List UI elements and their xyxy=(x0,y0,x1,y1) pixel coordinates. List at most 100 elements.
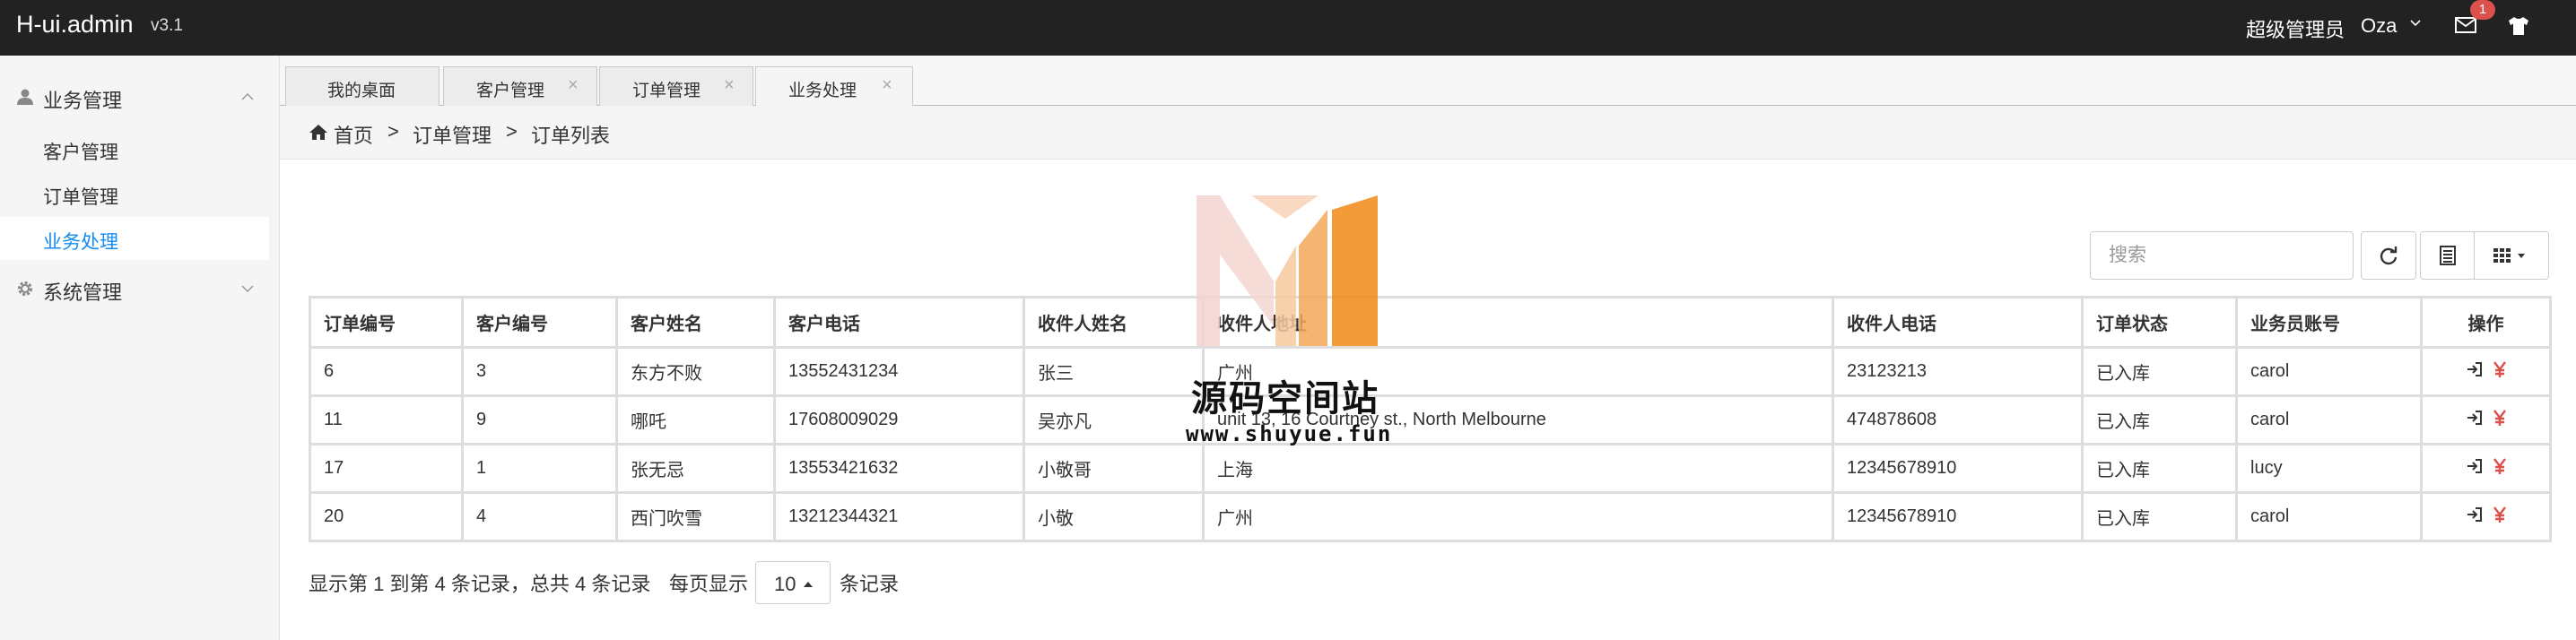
tab-label: 我的桌面 xyxy=(327,82,396,100)
sign-in-icon[interactable] xyxy=(2466,506,2484,523)
user-menu[interactable]: Oza xyxy=(2361,14,2397,38)
table-row: 17 1 张无忌 13553421632 小敬哥 上海 12345678910 已入库 lucy xyxy=(309,443,2552,494)
customer-phone-cell: 13212344321 xyxy=(773,491,1025,542)
tab-bar: 我的桌面 客户管理 × 订单管理 × 业务处理 × xyxy=(280,56,2576,107)
tab-label: 客户管理 xyxy=(476,82,545,100)
chevron-up-icon xyxy=(241,92,254,100)
close-icon[interactable]: × xyxy=(882,75,892,96)
column-header: 操作 xyxy=(2420,296,2552,349)
refresh-button[interactable] xyxy=(2361,231,2416,280)
recipient-address-cell: 上海 xyxy=(1202,443,1834,494)
yen-icon[interactable] xyxy=(2493,409,2507,427)
search-input[interactable] xyxy=(2090,231,2354,280)
row-actions xyxy=(2420,491,2552,542)
yen-icon[interactable] xyxy=(2493,506,2507,523)
row-actions xyxy=(2420,346,2552,397)
column-header[interactable]: 业务员账号 xyxy=(2235,296,2423,349)
tab-customers[interactable]: 客户管理 × xyxy=(443,66,597,106)
sidebar-item-label: 业务处理 xyxy=(43,232,118,253)
column-header[interactable]: 收件人电话 xyxy=(1832,296,2084,349)
row-actions xyxy=(2420,394,2552,445)
column-header[interactable]: 客户电话 xyxy=(773,296,1025,349)
column-header[interactable]: 客户编号 xyxy=(461,296,618,349)
close-icon[interactable]: × xyxy=(568,75,579,96)
tab-label: 订单管理 xyxy=(632,82,701,100)
sign-in-icon[interactable] xyxy=(2466,409,2484,427)
sidebar-item-label: 客户管理 xyxy=(43,143,118,163)
version-label: v3.1 xyxy=(151,16,183,35)
watermark-url: www.shuyue.fun xyxy=(1186,421,1393,446)
order-status-cell: 已入库 xyxy=(2081,346,2238,397)
column-header[interactable]: 收件人姓名 xyxy=(1023,296,1205,349)
per-page-select[interactable]: 10 xyxy=(755,561,831,604)
customer-phone-cell: 13553421632 xyxy=(773,443,1025,494)
order-status-cell: 已入库 xyxy=(2081,491,2238,542)
columns-button[interactable] xyxy=(2474,231,2549,280)
tab-label: 业务处理 xyxy=(788,82,857,100)
caret-up-icon xyxy=(804,582,813,587)
breadcrumb: 首页 > 订单管理 > 订单列表 xyxy=(280,106,2576,160)
breadcrumb-item: 订单列表 xyxy=(531,125,611,147)
recipient-name-cell: 小敬 xyxy=(1023,491,1205,542)
order-status-cell: 已入库 xyxy=(2081,443,2238,494)
column-header[interactable]: 订单编号 xyxy=(309,296,464,349)
mail-count-badge: 1 xyxy=(2470,0,2495,20)
recipient-phone-cell: 12345678910 xyxy=(1832,491,2084,542)
customer-id-cell: 9 xyxy=(461,394,618,445)
order-status-cell: 已入库 xyxy=(2081,394,2238,445)
chevron-down-icon xyxy=(241,285,254,293)
recipient-phone-cell: 12345678910 xyxy=(1832,443,2084,494)
yen-icon[interactable] xyxy=(2493,360,2507,378)
sidebar-group-business[interactable]: 业务管理 xyxy=(0,74,280,120)
watermark-logo xyxy=(1197,195,1378,346)
home-icon xyxy=(309,125,327,140)
table-row: 11 9 哪吒 17608009029 吴亦凡 unit 13, 16 Courtney … xyxy=(309,394,2552,445)
column-header[interactable]: 订单状态 xyxy=(2081,296,2238,349)
customer-id-cell: 3 xyxy=(461,346,618,397)
gear-icon xyxy=(18,281,32,296)
sidebar-group-system[interactable]: 系统管理 xyxy=(0,265,280,312)
brand-logo[interactable]: H-ui.admin xyxy=(16,11,134,39)
orders-table: 订单编号 客户编号 客户姓名 客户电话 收件人姓名 收件人地址 收件人电话 订单… xyxy=(309,296,2552,542)
sidebar-item-orders[interactable]: 订单管理 xyxy=(0,172,269,215)
recipient-phone-cell: 23123213 xyxy=(1832,346,2084,397)
sidebar-item-customers[interactable]: 客户管理 xyxy=(0,127,269,170)
per-page-unit: 条记录 xyxy=(840,573,900,595)
close-icon[interactable]: × xyxy=(724,75,735,96)
toggle-view-icon xyxy=(2440,246,2456,265)
sign-in-icon[interactable] xyxy=(2466,360,2484,378)
row-actions xyxy=(2420,443,2552,494)
customer-name-cell: 张无忌 xyxy=(615,443,776,494)
tab-business-processing[interactable]: 业务处理 × xyxy=(755,66,913,107)
order-id-cell: 20 xyxy=(309,491,464,542)
user-icon xyxy=(17,89,33,105)
chevron-down-icon[interactable] xyxy=(2409,17,2422,30)
breadcrumb-home[interactable]: 首页 xyxy=(334,120,373,149)
customer-phone-cell: 17608009029 xyxy=(773,394,1025,445)
top-header: H-ui.admin v3.1 超级管理员 Oza 1 xyxy=(0,0,2576,56)
recipient-name-cell: 张三 xyxy=(1023,346,1205,397)
sign-in-icon[interactable] xyxy=(2466,457,2484,475)
user-role: 超级管理员 xyxy=(2246,19,2345,41)
column-header[interactable]: 客户姓名 xyxy=(615,296,776,349)
recipient-phone-cell: 474878608 xyxy=(1832,394,2084,445)
tab-orders[interactable]: 订单管理 × xyxy=(599,66,753,106)
sidebar: 业务管理 客户管理 订单管理 业务处理 系统管理 xyxy=(0,56,280,640)
table-row: 20 4 西门吹雪 13212344321 小敬 广州 12345678910 已入库 caro… xyxy=(309,491,2552,542)
breadcrumb-item[interactable]: 订单管理 xyxy=(413,120,492,149)
customer-id-cell: 4 xyxy=(461,491,618,542)
breadcrumb-separator: > xyxy=(387,120,399,143)
customer-name-cell: 西门吹雪 xyxy=(615,491,776,542)
sidebar-item-business-processing[interactable]: 业务处理 xyxy=(0,217,269,260)
mail-icon[interactable] xyxy=(2454,15,2477,35)
shirt-icon[interactable] xyxy=(2506,15,2531,37)
order-id-cell: 11 xyxy=(309,394,464,445)
recipient-name-cell: 吴亦凡 xyxy=(1023,394,1205,445)
toggle-view-button[interactable] xyxy=(2420,231,2476,280)
watermark-title: 源码空间站 xyxy=(1191,378,1379,419)
tab-desktop[interactable]: 我的桌面 xyxy=(285,66,439,106)
columns-icon xyxy=(2493,248,2525,263)
customer-name-cell: 哪吒 xyxy=(615,394,776,445)
yen-icon[interactable] xyxy=(2493,457,2507,475)
recipient-address-cell: 广州 xyxy=(1202,491,1834,542)
